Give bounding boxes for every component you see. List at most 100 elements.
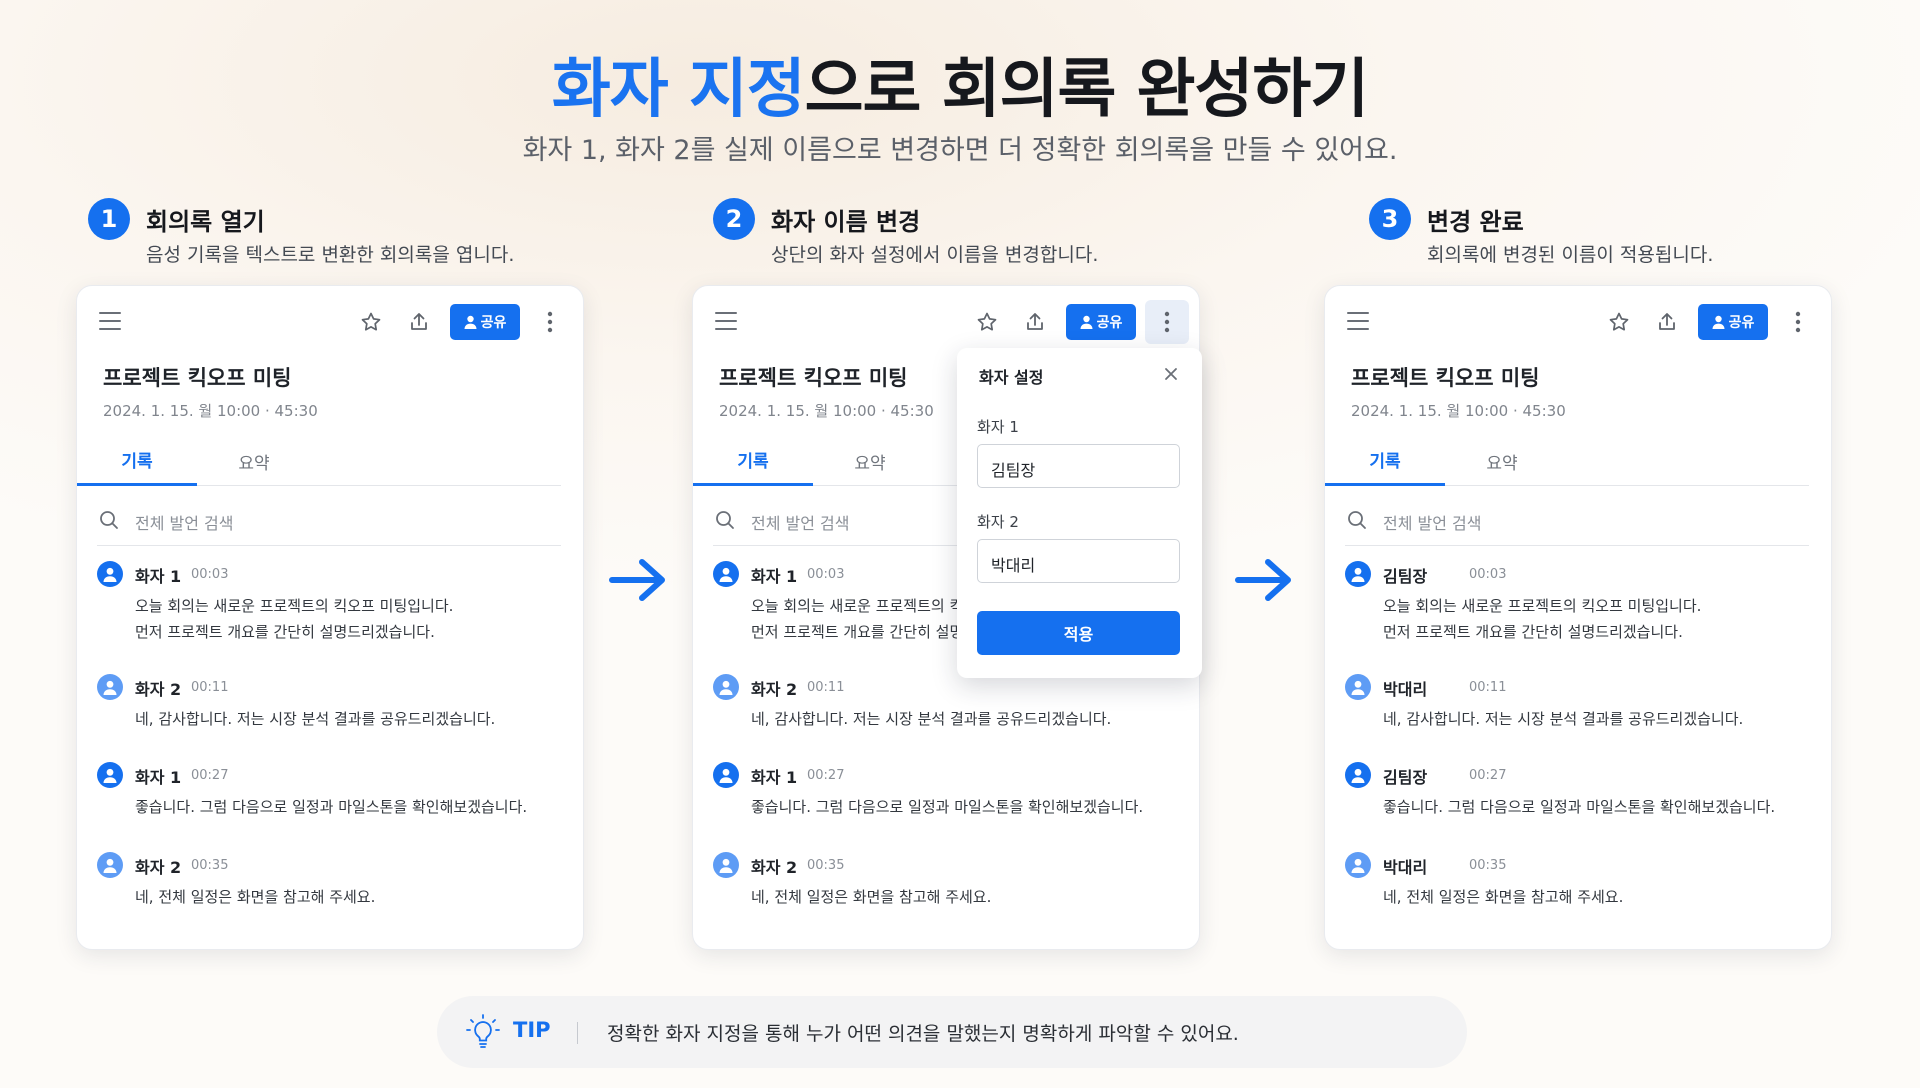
step-2-desc: 상단의 화자 설정에서 이름을 변경합니다.: [771, 244, 1099, 266]
avatar-icon: [97, 561, 123, 587]
step-1-title: 회의록 열기: [146, 208, 265, 236]
card-toolbar: 공유: [77, 302, 583, 342]
menu-icon[interactable]: [99, 312, 121, 330]
user-icon: [464, 315, 477, 329]
utterance-text: 오늘 회의는 새로운 프로젝트의 킥오프 미팅입니다.: [135, 597, 454, 615]
utterance-text: 먼저 프로젝트 개요를 간단히 설명드리겠습니다.: [135, 623, 435, 641]
avatar-icon: [1345, 674, 1371, 700]
share-button[interactable]: 공유: [450, 304, 520, 340]
timestamp: 00:27: [191, 768, 229, 783]
utterance-text: 네, 감사합니다. 저는 시장 분석 결과를 공유드리겠습니다.: [1383, 710, 1744, 728]
tab-transcript[interactable]: 기록: [77, 436, 197, 486]
lightbulb-icon: [466, 1014, 500, 1048]
upload-icon[interactable]: [403, 306, 435, 338]
star-icon[interactable]: [1603, 306, 1635, 338]
timestamp: 00:11: [807, 680, 845, 695]
speaker-name[interactable]: 화자 2: [135, 854, 181, 878]
speaker-name[interactable]: 화자 2: [751, 854, 797, 878]
search-icon: [1348, 511, 1366, 529]
meeting-title: 프로젝트 킥오프 미팅: [1351, 366, 1540, 390]
avatar-icon: [713, 674, 739, 700]
more-icon[interactable]: [1145, 300, 1189, 344]
utterance-text: 네, 전체 일정은 화면을 참고해 주세요.: [135, 888, 376, 906]
timestamp: 00:03: [807, 567, 845, 582]
timestamp: 00:27: [1469, 768, 1507, 783]
share-button[interactable]: 공유: [1698, 304, 1768, 340]
avatar-icon: [97, 762, 123, 788]
step-3-number: 3: [1369, 198, 1411, 240]
star-icon[interactable]: [355, 306, 387, 338]
tab-summary[interactable]: 요약: [1445, 436, 1559, 486]
speaker-name[interactable]: 화자 2: [751, 676, 797, 700]
card-toolbar: 공유: [1325, 302, 1831, 342]
search-input[interactable]: 전체 발언 검색: [1345, 494, 1809, 546]
avatar-icon: [713, 852, 739, 878]
arrow-right-icon: [609, 559, 665, 601]
transcript-card-step-1: 공유 프로젝트 킥오프 미팅 2024. 1. 15. 월 10:00 · 45…: [76, 285, 584, 950]
tip-label: TIP: [513, 1018, 551, 1042]
utterance-text: 먼저 프로젝트 개요를 간단히 설명드리겠습니다.: [1383, 623, 1683, 641]
step-2-number: 2: [713, 198, 755, 240]
arrow-right-icon: [1235, 559, 1291, 601]
search-icon: [100, 511, 118, 529]
more-icon[interactable]: [534, 306, 566, 338]
user-icon: [1080, 315, 1093, 329]
speaker-name[interactable]: 김팀장: [1383, 563, 1427, 587]
timestamp: 00:35: [807, 858, 845, 873]
step-1-number: 1: [88, 198, 130, 240]
speaker-2-name-field[interactable]: 박대리: [977, 539, 1180, 583]
search-input[interactable]: 전체 발언 검색: [97, 494, 561, 546]
utterance-text: 오늘 회의는 새로운 프로젝트의 킥오프 미팅입니다.: [1383, 597, 1702, 615]
meeting-title: 프로젝트 킥오프 미팅: [719, 366, 908, 390]
user-icon: [1712, 315, 1725, 329]
panel-title: 화자 설정: [979, 368, 1044, 387]
speaker-name[interactable]: 박대리: [1383, 854, 1427, 878]
menu-icon[interactable]: [1347, 312, 1369, 330]
share-label: 공유: [480, 315, 507, 331]
utterance-text: 좋습니다. 그럼 다음으로 일정과 마일스톤을 확인해보겠습니다.: [135, 798, 528, 816]
speaker-name[interactable]: 화자 1: [751, 764, 797, 788]
close-icon[interactable]: [1161, 364, 1181, 384]
speaker-name[interactable]: 김팀장: [1383, 764, 1427, 788]
step-3-desc: 회의록에 변경된 이름이 적용됩니다.: [1427, 244, 1714, 266]
timestamp: 00:35: [191, 858, 229, 873]
meeting-meta: 2024. 1. 15. 월 10:00 · 45:30: [1351, 402, 1566, 420]
tab-summary[interactable]: 요약: [197, 436, 311, 486]
share-label: 공유: [1728, 315, 1755, 331]
avatar-icon: [713, 561, 739, 587]
speaker-name[interactable]: 화자 1: [751, 563, 797, 587]
meeting-title: 프로젝트 킥오프 미팅: [103, 366, 292, 390]
timestamp: 00:11: [191, 680, 229, 695]
hero-subtitle: 화자 1, 화자 2를 실제 이름으로 변경하면 더 정확한 회의록을 만들 수…: [522, 135, 1398, 166]
timestamp: 00:11: [1469, 680, 1507, 695]
hero-title-accent: 화자 지정: [551, 53, 806, 127]
tab-summary[interactable]: 요약: [813, 436, 927, 486]
speaker-name[interactable]: 박대리: [1383, 676, 1427, 700]
speaker-name[interactable]: 화자 2: [135, 676, 181, 700]
timestamp: 00:27: [807, 768, 845, 783]
avatar-icon: [1345, 852, 1371, 878]
speaker-name[interactable]: 화자 1: [135, 764, 181, 788]
speaker-1-name-field[interactable]: 김팀장: [977, 444, 1180, 488]
step-3-title: 변경 완료: [1427, 208, 1524, 236]
star-icon[interactable]: [971, 306, 1003, 338]
menu-icon[interactable]: [715, 312, 737, 330]
upload-icon[interactable]: [1651, 306, 1683, 338]
avatar-icon: [713, 762, 739, 788]
meeting-meta: 2024. 1. 15. 월 10:00 · 45:30: [103, 402, 318, 420]
apply-button[interactable]: 적용: [977, 611, 1180, 655]
hero-title-rest: 으로 회의록 완성하기: [804, 53, 1369, 127]
share-button[interactable]: 공유: [1066, 304, 1136, 340]
speaker-1-label: 화자 1: [977, 418, 1019, 436]
search-placeholder: 전체 발언 검색: [751, 514, 850, 533]
more-icon[interactable]: [1782, 306, 1814, 338]
upload-icon[interactable]: [1019, 306, 1051, 338]
speaker-settings-panel: 화자 설정 화자 1 김팀장 화자 2 박대리 적용: [957, 348, 1202, 678]
tab-transcript[interactable]: 기록: [1325, 436, 1445, 486]
timestamp: 00:35: [1469, 858, 1507, 873]
tab-transcript[interactable]: 기록: [693, 436, 813, 486]
transcript-card-step-3: 공유 프로젝트 킥오프 미팅 2024. 1. 15. 월 10:00 · 45…: [1324, 285, 1832, 950]
speaker-2-label: 화자 2: [977, 513, 1019, 531]
timestamp: 00:03: [1469, 567, 1507, 582]
speaker-name[interactable]: 화자 1: [135, 563, 181, 587]
